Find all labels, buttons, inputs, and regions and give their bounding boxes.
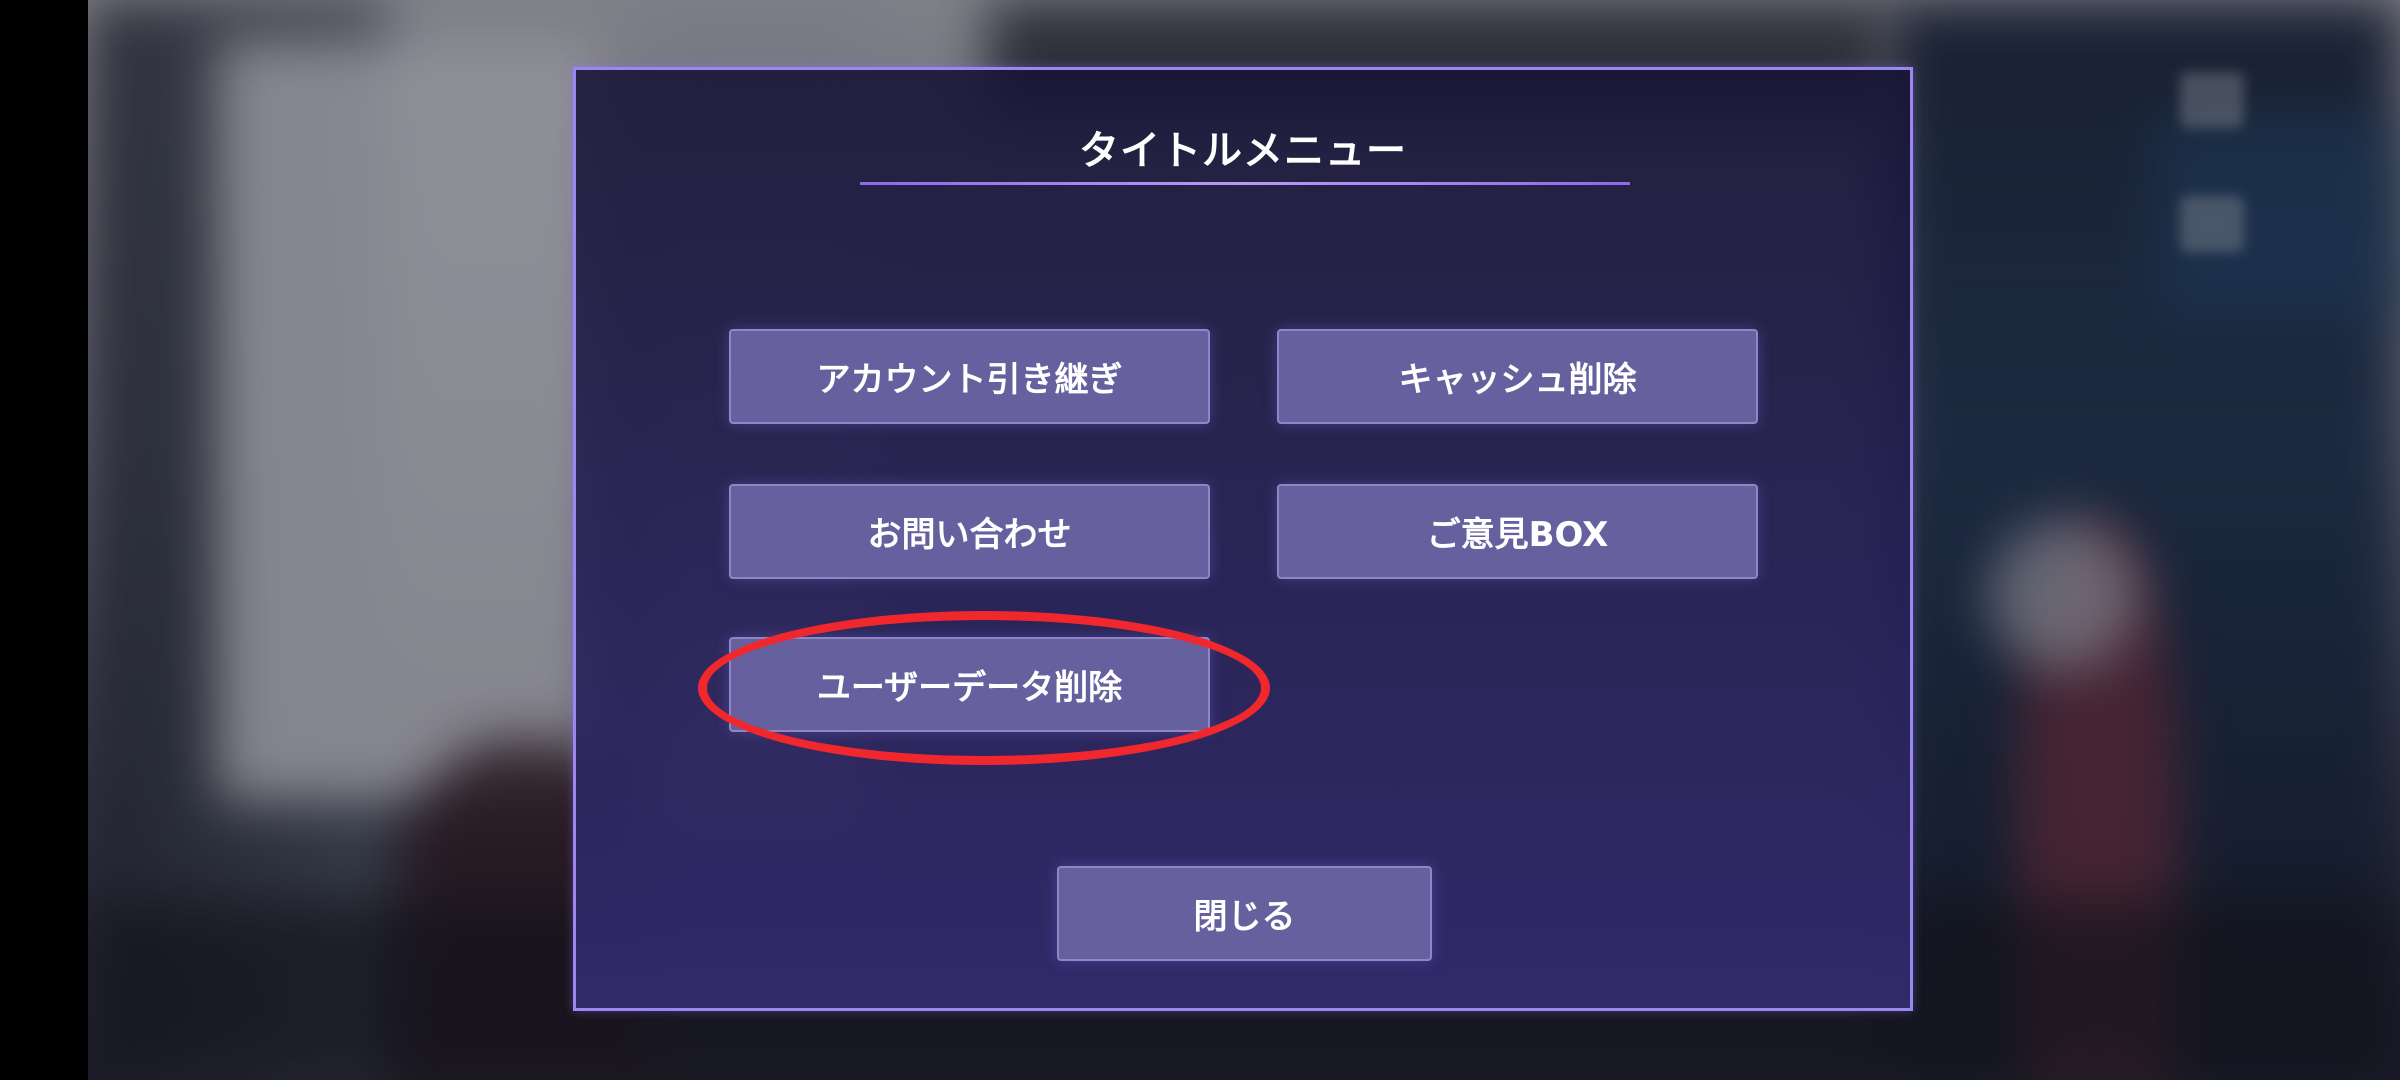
delete-cache-button[interactable]: キャッシュ削除 [1277, 329, 1758, 424]
delete-user-data-button[interactable]: ユーザーデータ削除 [729, 637, 1210, 732]
title-menu-dialog: タイトルメニュー アカウント引き継ぎ キャッシュ削除 お問い合わせ ご意見BOX… [573, 67, 1913, 1011]
left-black-bar [0, 0, 88, 1080]
title-underline [860, 182, 1630, 185]
feedback-box-button[interactable]: ご意見BOX [1277, 484, 1758, 579]
close-button[interactable]: 閉じる [1057, 866, 1432, 961]
account-transfer-button[interactable]: アカウント引き継ぎ [729, 329, 1210, 424]
dialog-title: タイトルメニュー [1079, 128, 1407, 174]
contact-button[interactable]: お問い合わせ [729, 484, 1210, 579]
